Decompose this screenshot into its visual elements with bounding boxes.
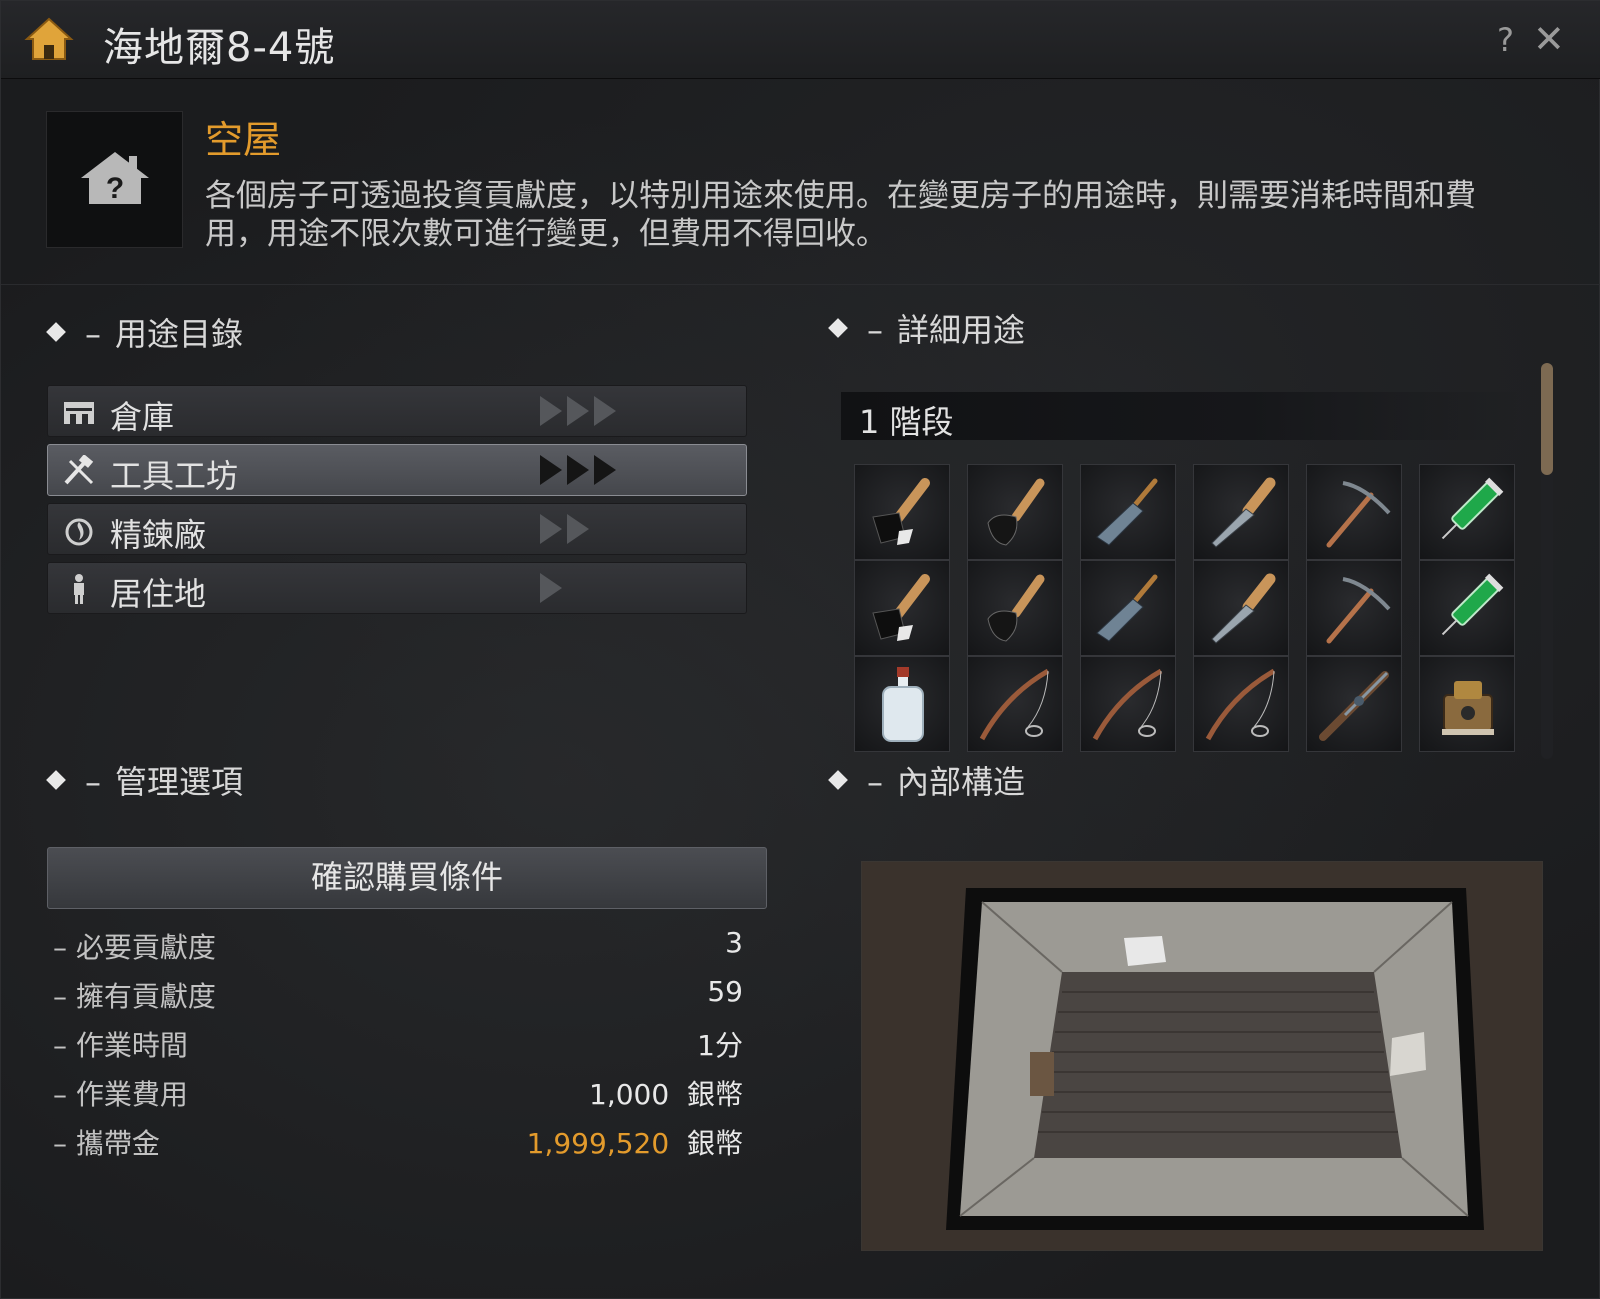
close-icon[interactable]: ✕ (1533, 17, 1565, 61)
fishing-rod-icon (1205, 668, 1276, 741)
item-slot-knife[interactable] (1193, 560, 1289, 656)
item-slot-axe[interactable] (854, 560, 950, 656)
item-slot-matchlock[interactable] (1419, 656, 1515, 752)
musket-icon (1319, 671, 1389, 741)
usage-item-warehouse[interactable]: 倉庫 (47, 385, 747, 437)
diamond-bullet-icon (828, 318, 848, 338)
item-slot-hoe[interactable] (967, 464, 1063, 560)
pickaxe-icon (1326, 577, 1391, 644)
diamond-bullet-icon (46, 322, 66, 342)
item-slot-bottle[interactable] (854, 656, 950, 752)
axe-icon (872, 478, 930, 545)
level-arrows (540, 455, 621, 485)
usage-item-label: 精鍊廠 (110, 516, 207, 554)
item-slot-hoe[interactable] (967, 560, 1063, 656)
fishing-rod-icon (1092, 668, 1163, 741)
bottle-icon (882, 667, 924, 742)
item-slot-pickaxe[interactable] (1306, 560, 1402, 656)
item-slot-knife[interactable] (1193, 464, 1289, 560)
house-thumbnail: ? (46, 111, 183, 248)
item-slot-syringe[interactable] (1419, 560, 1515, 656)
syringe-icon (1441, 573, 1504, 636)
warehouse-icon (64, 402, 94, 424)
usage-item-residence[interactable]: 居住地 (47, 562, 747, 614)
house-header: ? 空屋 各個房子可透過投資貢獻度，以特別用途來使用。在變更房子的用途時，則需要… (1, 79, 1600, 285)
refinery-icon (65, 518, 93, 546)
info-row-owned-contribution: – 擁有貢獻度 59 (53, 975, 743, 1013)
item-slot-fishing-rod[interactable] (1193, 656, 1289, 752)
detail-scrollbar-thumb[interactable] (1541, 363, 1553, 475)
interior-preview (861, 861, 1543, 1251)
level-arrows (540, 514, 594, 544)
interior-heading: – 內部構造 (828, 757, 1025, 803)
house-status: 空屋 (205, 118, 282, 162)
cleaver-icon (1096, 478, 1158, 546)
house-window: 海地爾8-4號 ? ✕ ? 空屋 各個房子可透過投資貢獻度，以特別用途來使用。在… (0, 0, 1600, 1299)
item-slot-pickaxe[interactable] (1306, 464, 1402, 560)
item-slot-fishing-rod[interactable] (1080, 656, 1176, 752)
item-slot-musket[interactable] (1306, 656, 1402, 752)
home-icon (24, 17, 74, 60)
info-row-work-time: – 作業時間 1分 (53, 1029, 743, 1062)
usage-item-label: 居住地 (110, 575, 207, 613)
person-icon (74, 574, 84, 604)
confirm-purchase-button[interactable]: 確認購買條件 (47, 847, 767, 909)
diamond-bullet-icon (828, 770, 848, 790)
question-icon[interactable]: ? (1497, 21, 1514, 59)
usage-item-refinery[interactable]: 精鍊廠 (47, 503, 747, 555)
stage-label: 1 階段 (859, 403, 954, 441)
usage-item-label: 倉庫 (110, 398, 175, 436)
item-slot-syringe[interactable] (1419, 464, 1515, 560)
axe-icon (872, 574, 930, 641)
info-row-carried-money: – 攜帶金 1,999,520 銀幣 (53, 1127, 743, 1160)
room-floorplan-image (862, 862, 1542, 1250)
svg-text:?: ? (106, 172, 124, 205)
item-slot-cleaver[interactable] (1080, 464, 1176, 560)
info-row-required-contribution: – 必要貢獻度 3 (53, 926, 743, 964)
fishing-rod-icon (979, 668, 1050, 741)
pickaxe-icon (1326, 481, 1391, 548)
detail-heading: – 詳細用途 (828, 305, 1025, 351)
unknown-house-icon: ? (81, 152, 149, 205)
item-slot-axe[interactable] (854, 464, 950, 560)
window-title: 海地爾8-4號 (103, 25, 336, 71)
hoe-icon (987, 574, 1045, 642)
level-arrows (540, 573, 567, 603)
usage-item-tool-workshop[interactable]: 工具工坊 (47, 444, 747, 496)
usage-heading: – 用途目錄 (46, 309, 243, 355)
level-arrows (540, 396, 621, 426)
management-heading: – 管理選項 (46, 757, 243, 803)
tools-icon (64, 455, 94, 485)
diamond-bullet-icon (46, 770, 66, 790)
item-slot-fishing-rod[interactable] (967, 656, 1063, 752)
matchlock-icon (1442, 681, 1494, 735)
knife-icon (1211, 477, 1276, 548)
house-description: 各個房子可透過投資貢獻度，以特別用途來使用。在變更房子的用途時，則需要消耗時間和… (205, 178, 1476, 252)
knife-icon (1211, 573, 1276, 644)
item-slot-cleaver[interactable] (1080, 560, 1176, 656)
usage-item-label: 工具工坊 (110, 457, 239, 495)
title-bar[interactable]: 海地爾8-4號 ? ✕ (1, 1, 1600, 79)
hoe-icon (987, 478, 1045, 546)
cleaver-icon (1096, 574, 1158, 642)
syringe-icon (1441, 477, 1504, 540)
info-row-work-cost: – 作業費用 1,000 銀幣 (53, 1078, 743, 1111)
